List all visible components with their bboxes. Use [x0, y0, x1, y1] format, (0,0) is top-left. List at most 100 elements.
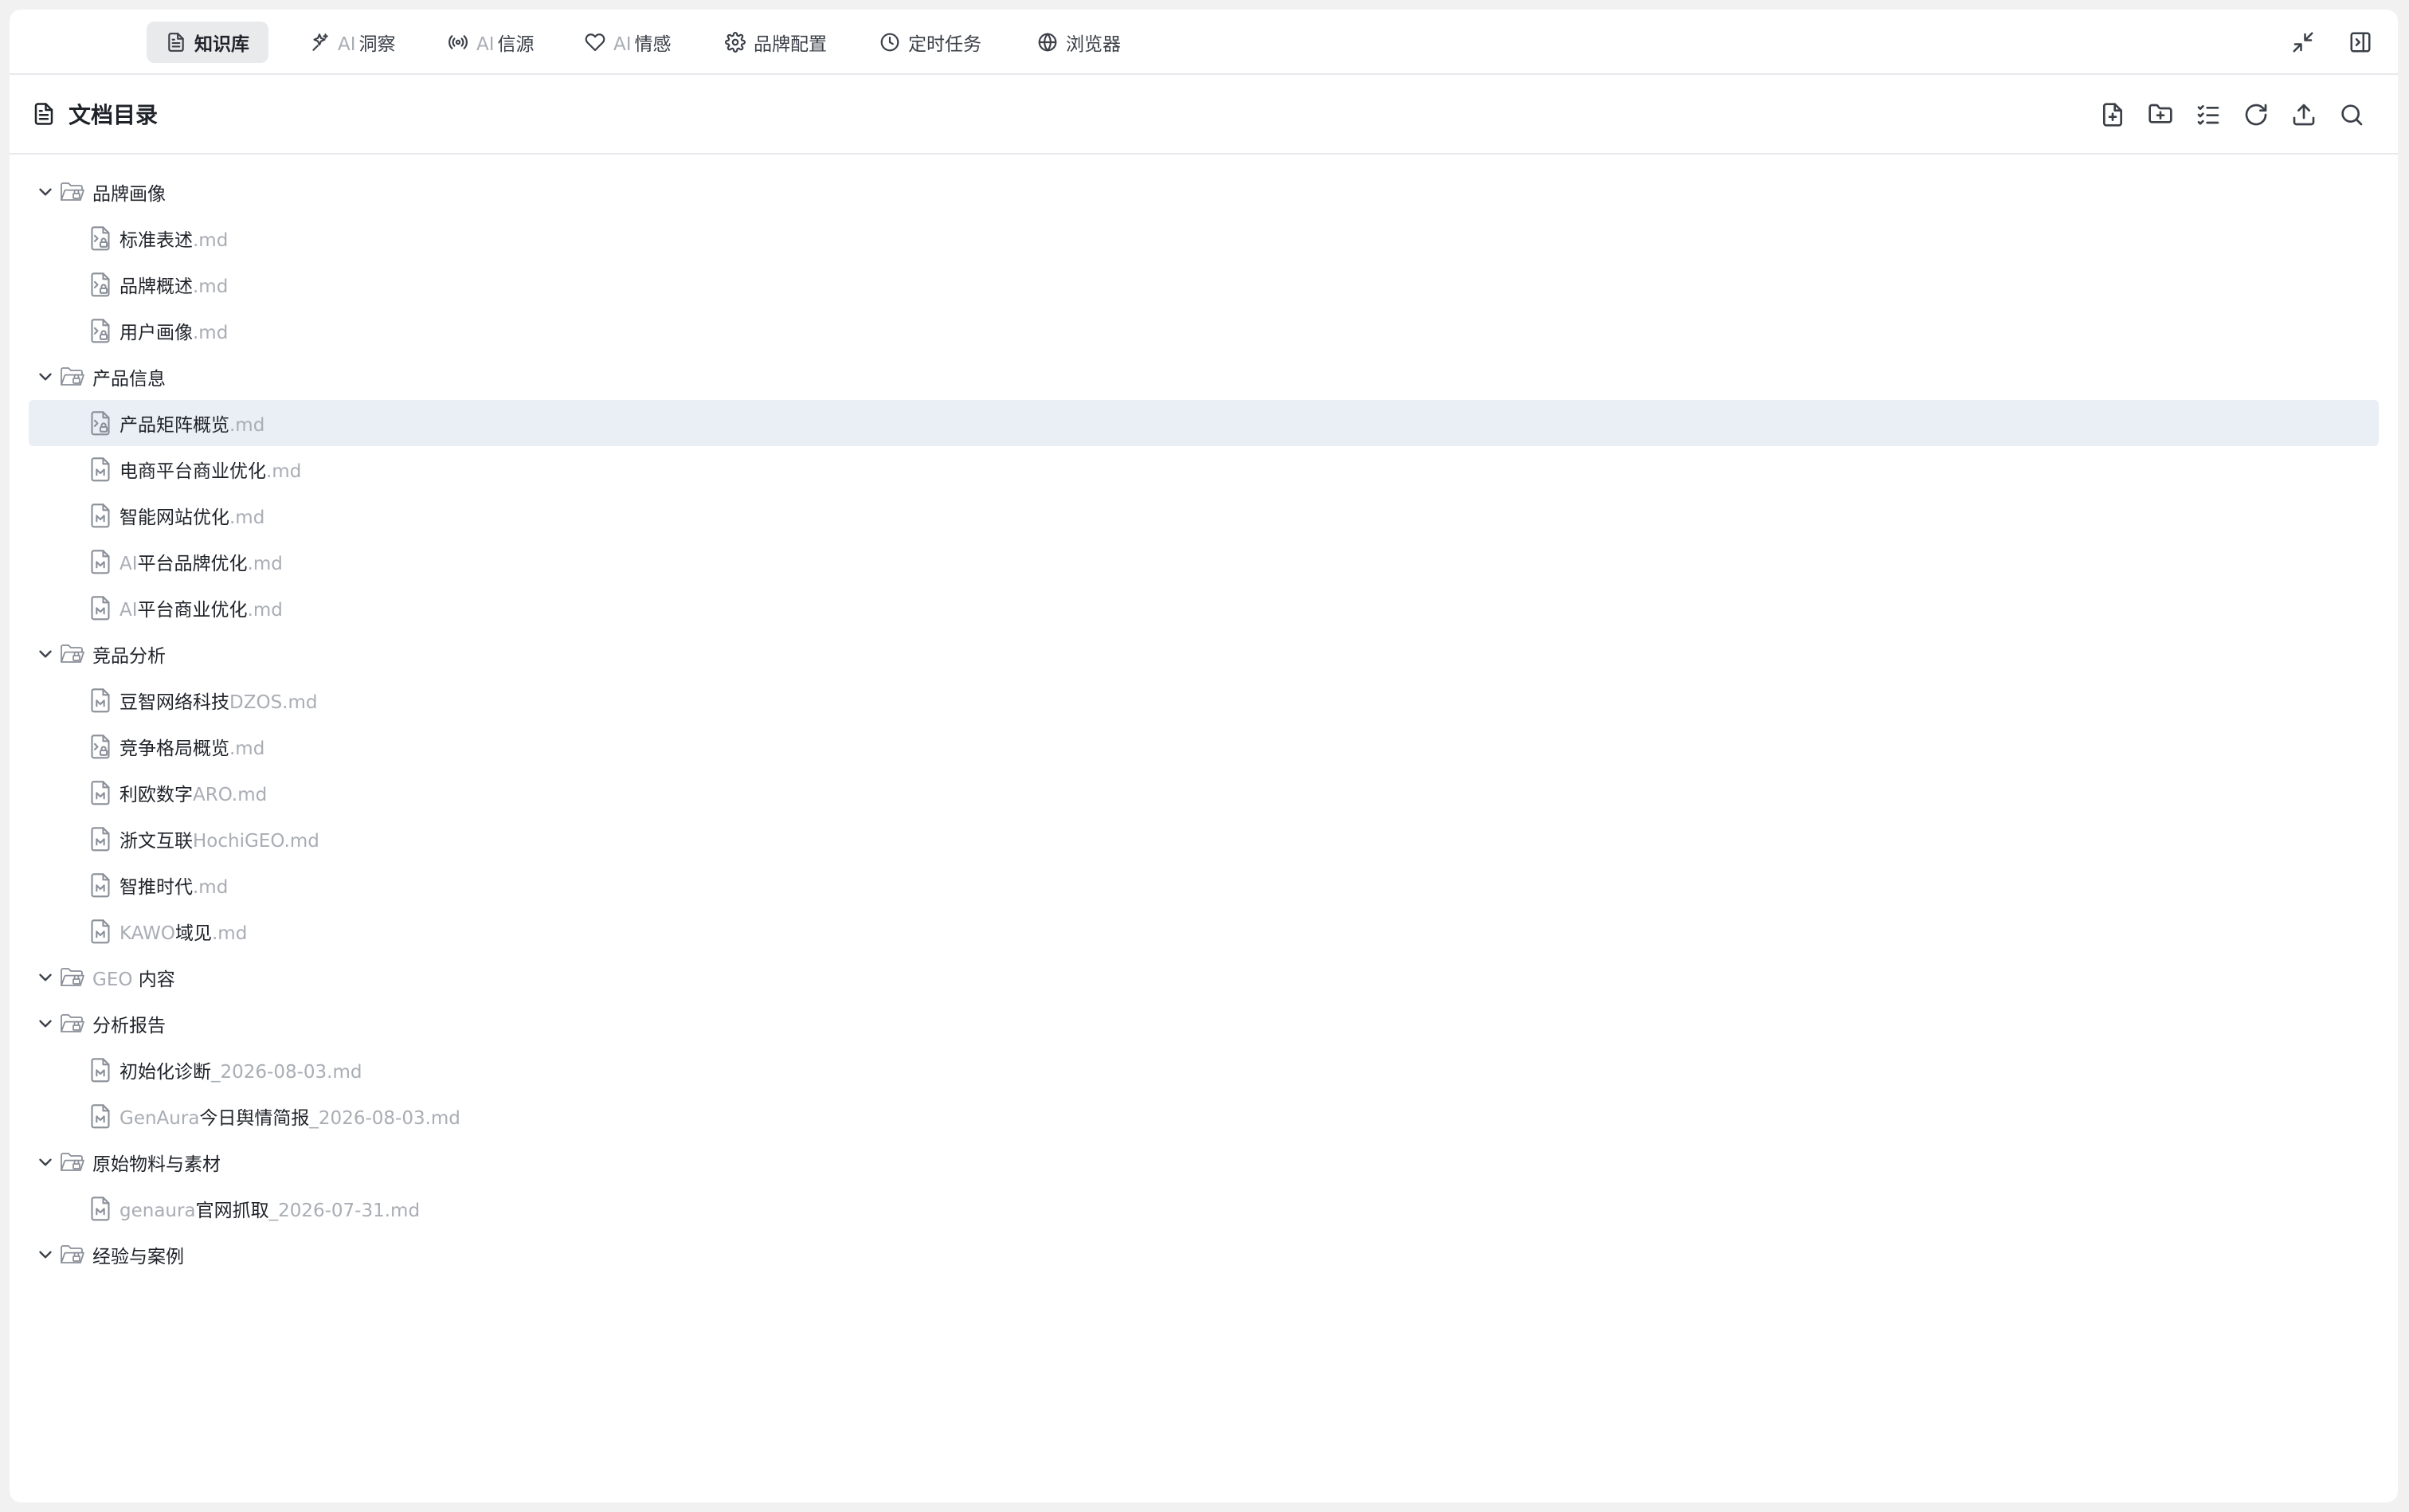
- tab-label: AI 情感: [613, 29, 672, 56]
- label-text: 经验与案例: [92, 1247, 184, 1267]
- label-prefix: genaura: [119, 1201, 196, 1221]
- chevron-down-icon[interactable]: [35, 1244, 56, 1265]
- tab-browser[interactable]: 浏览器: [1018, 22, 1140, 63]
- document-directory-header: 文档目录: [10, 75, 2398, 155]
- label-prefix: GenAura: [119, 1108, 200, 1129]
- tree-folder[interactable]: 竞品分析: [29, 631, 2379, 677]
- gear-icon: [725, 32, 746, 53]
- tree-folder[interactable]: GEO 内容: [29, 954, 2379, 1001]
- tree-file[interactable]: 浙文互联HochiGEO.md: [29, 816, 2379, 862]
- chevron-down-icon[interactable]: [35, 644, 56, 664]
- tree-file[interactable]: 智推时代.md: [29, 862, 2379, 908]
- list-check-icon[interactable]: [2193, 100, 2223, 130]
- label-text: 平台商业优化: [137, 600, 248, 621]
- tree-file[interactable]: 竞争格局概览.md: [29, 723, 2379, 770]
- chevron-down-icon[interactable]: [35, 182, 56, 202]
- tree-file[interactable]: 豆智网络科技DZOS.md: [29, 677, 2379, 723]
- tree-file[interactable]: 利欧数字ARO.md: [29, 770, 2379, 816]
- minimize-icon[interactable]: [2288, 27, 2318, 57]
- tab-label-text: 定时任务: [908, 34, 981, 55]
- tree-file[interactable]: 产品矩阵概览.md: [29, 400, 2379, 446]
- tree-folder[interactable]: 分析报告: [29, 1001, 2379, 1047]
- tree-folder[interactable]: 产品信息: [29, 354, 2379, 400]
- chevron-down-icon[interactable]: [35, 967, 56, 988]
- new-file-icon[interactable]: [2098, 100, 2128, 130]
- chevron-down-icon[interactable]: [35, 366, 56, 387]
- file-extension: DZOS.md: [229, 692, 318, 713]
- label-text: 品牌画像: [92, 184, 166, 205]
- tree-item-label: 原始物料与素材: [92, 1149, 221, 1176]
- file-extension: _2026-08-03.md: [211, 1062, 362, 1083]
- clock-icon: [879, 32, 900, 53]
- tree-folder[interactable]: 品牌画像: [29, 169, 2379, 215]
- tree-item-label: genaura官网抓取_2026-07-31.md: [119, 1195, 420, 1222]
- file-extension: .md: [247, 554, 283, 574]
- tree-file[interactable]: 标准表述.md: [29, 215, 2379, 261]
- tab-label-text: 信源: [497, 34, 535, 55]
- tree-item-label: 智能网站优化.md: [119, 502, 264, 529]
- tree-item-label: 竞争格局概览.md: [119, 733, 264, 760]
- tree-folder[interactable]: 原始物料与素材: [29, 1139, 2379, 1185]
- markdown-file-icon: [89, 826, 112, 852]
- label-text: 平台品牌优化: [137, 554, 248, 574]
- tab-knowledge-base[interactable]: 知识库: [147, 22, 268, 63]
- tab-ai-sources[interactable]: AI 信源: [429, 22, 554, 63]
- search-icon[interactable]: [2337, 100, 2367, 130]
- label-text: 浙文互联: [119, 831, 193, 852]
- file-extension: .md: [266, 461, 302, 482]
- upload-icon[interactable]: [2289, 100, 2319, 130]
- new-folder-icon[interactable]: [2145, 100, 2176, 130]
- file-extension: _2026-07-31.md: [268, 1201, 421, 1221]
- label-text: 用户画像: [119, 323, 193, 343]
- label-prefix: AI: [119, 600, 138, 621]
- tab-label: 定时任务: [908, 29, 981, 56]
- locked-folder-icon: [59, 1243, 86, 1267]
- tab-label-text: 浏览器: [1066, 34, 1121, 55]
- label-text: 智能网站优化: [119, 507, 229, 528]
- locked-file-icon: [89, 318, 112, 343]
- top-nav-bar: 知识库 AI 洞察 AI 信源 AI 情感 品牌配置 定时任务 浏览器: [10, 10, 2398, 75]
- tree-item-label: 电商平台商业优化.md: [119, 456, 301, 483]
- locked-file-icon: [89, 410, 112, 436]
- refresh-icon[interactable]: [2241, 100, 2271, 130]
- tree-file[interactable]: 智能网站优化.md: [29, 492, 2379, 539]
- tab-scheduled-tasks[interactable]: 定时任务: [860, 22, 1001, 63]
- tree-item-label: 标准表述.md: [119, 225, 228, 252]
- tab-label: AI 洞察: [338, 29, 396, 56]
- tree-file[interactable]: KAWO域见.md: [29, 908, 2379, 954]
- file-extension: .md: [193, 323, 229, 343]
- tree-file[interactable]: 用户画像.md: [29, 307, 2379, 354]
- tree-item-label: 竞品分析: [92, 640, 166, 668]
- markdown-file-icon: [89, 687, 112, 713]
- locked-folder-icon: [59, 1012, 86, 1036]
- markdown-file-icon: [89, 872, 112, 898]
- broadcast-icon: [448, 32, 468, 53]
- label-text: 电商平台商业优化: [119, 461, 266, 482]
- tab-ai-insight[interactable]: AI 洞察: [290, 22, 415, 63]
- label-prefix: KAWO: [119, 923, 175, 944]
- tab-label-text: 知识库: [194, 34, 249, 55]
- chevron-down-icon[interactable]: [35, 1152, 56, 1173]
- tree-folder[interactable]: 经验与案例: [29, 1232, 2379, 1278]
- tree-item-label: AI平台商业优化.md: [119, 594, 283, 621]
- tab-ai-sentiment[interactable]: AI 情感: [566, 22, 691, 63]
- tree-file[interactable]: 初始化诊断_2026-08-03.md: [29, 1047, 2379, 1093]
- locked-folder-icon: [59, 966, 86, 989]
- tree-file[interactable]: GenAura今日舆情简报_2026-08-03.md: [29, 1093, 2379, 1139]
- heart-icon: [585, 32, 605, 53]
- tree-item-label: 产品矩阵概览.md: [119, 409, 264, 437]
- label-text: 初始化诊断: [119, 1062, 211, 1083]
- app-panel: 知识库 AI 洞察 AI 信源 AI 情感 品牌配置 定时任务 浏览器 文档目录 品牌画像 标准表述…: [10, 10, 2398, 1502]
- tab-brand-config[interactable]: 品牌配置: [706, 22, 846, 63]
- sidebar-toggle-icon[interactable]: [2345, 27, 2376, 57]
- label-text: 标准表述: [119, 230, 193, 251]
- tree-file[interactable]: AI平台商业优化.md: [29, 585, 2379, 631]
- tree-file[interactable]: 品牌概述.md: [29, 261, 2379, 307]
- page-title: 文档目录: [32, 75, 158, 153]
- file-extension: _2026-08-03.md: [309, 1108, 460, 1129]
- tree-file[interactable]: 电商平台商业优化.md: [29, 446, 2379, 492]
- chevron-down-icon[interactable]: [35, 1013, 56, 1034]
- file-extension: ARO.md: [193, 785, 268, 805]
- tree-file[interactable]: AI平台品牌优化.md: [29, 539, 2379, 585]
- tree-file[interactable]: genaura官网抓取_2026-07-31.md: [29, 1185, 2379, 1232]
